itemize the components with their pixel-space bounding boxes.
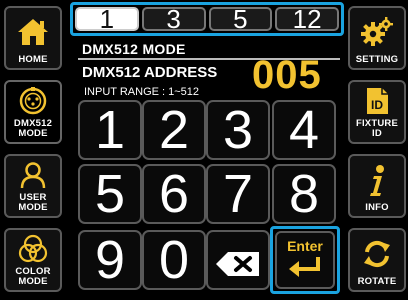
key-5[interactable]: 5 <box>78 164 142 224</box>
info-button[interactable]: INFO <box>348 154 406 218</box>
info-label: INFO <box>365 202 389 213</box>
key-9[interactable]: 9 <box>78 230 142 290</box>
color-mode-button[interactable]: COLOR MODE <box>4 228 62 292</box>
color-mode-label: COLOR MODE <box>15 266 51 287</box>
backspace-key[interactable] <box>206 230 270 290</box>
home-button[interactable]: HOME <box>4 6 62 70</box>
enter-label: Enter <box>287 237 323 254</box>
address-label: DMX512 ADDRESS <box>82 64 218 81</box>
fixture-id-label: FIXTURE ID <box>355 118 399 139</box>
key-7[interactable]: 7 <box>206 164 270 224</box>
dmx-connector-icon <box>6 82 60 119</box>
backspace-icon <box>214 233 262 287</box>
color-circles-icon <box>6 230 60 267</box>
channel-tab-1[interactable]: 1 <box>75 6 139 32</box>
rotate-button[interactable]: ROTATE <box>348 228 406 292</box>
channel-tab-3[interactable]: 3 <box>141 6 206 32</box>
fixture-id-button[interactable]: ID FIXTURE ID <box>348 80 406 144</box>
mode-title: DMX512 MODE <box>82 41 186 57</box>
user-mode-button[interactable]: USER MODE <box>4 154 62 218</box>
key-2[interactable]: 2 <box>142 100 206 160</box>
key-6[interactable]: 6 <box>142 164 206 224</box>
rotate-icon <box>350 230 404 277</box>
channel-tab-bar: 1 3 5 12 <box>70 2 344 36</box>
return-arrow-icon <box>287 255 323 282</box>
key-0[interactable]: 0 <box>142 230 206 290</box>
id-card-icon: ID <box>350 82 404 119</box>
enter-key[interactable]: Enter <box>275 231 335 289</box>
channel-tab-5[interactable]: 5 <box>208 6 273 32</box>
dmx512-mode-button[interactable]: DMX512 MODE <box>4 80 62 144</box>
setting-label: SETTING <box>355 54 399 65</box>
enter-key-highlight: Enter <box>270 226 340 294</box>
setting-button[interactable]: SETTING <box>348 6 406 70</box>
address-value: 005 <box>252 53 322 97</box>
key-4[interactable]: 4 <box>272 100 336 160</box>
svg-text:ID: ID <box>371 98 383 112</box>
key-8[interactable]: 8 <box>272 164 336 224</box>
input-range-label: INPUT RANGE : 1~512 <box>84 86 200 98</box>
key-1[interactable]: 1 <box>78 100 142 160</box>
user-mode-label: USER MODE <box>18 192 48 213</box>
dmx512-mode-label: DMX512 MODE <box>13 118 53 139</box>
home-icon <box>6 8 60 55</box>
user-icon <box>6 156 60 193</box>
rotate-label: ROTATE <box>357 276 397 287</box>
channel-tab-12[interactable]: 12 <box>275 6 339 32</box>
home-label: HOME <box>18 54 48 65</box>
gears-icon <box>350 8 404 55</box>
info-icon <box>350 156 404 203</box>
key-3[interactable]: 3 <box>206 100 270 160</box>
